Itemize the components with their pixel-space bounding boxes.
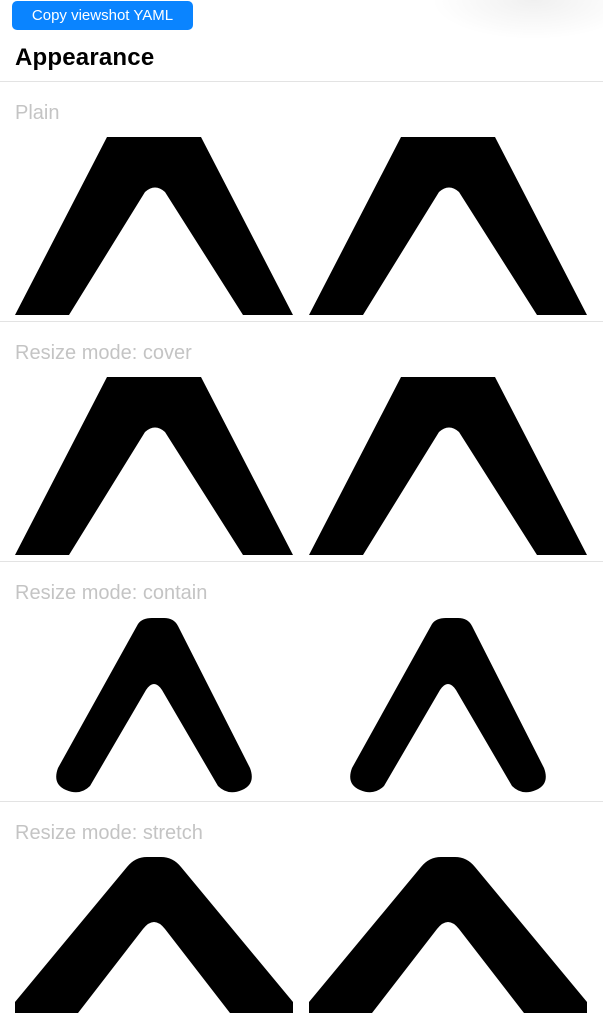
chevron-logo-icon — [350, 618, 546, 793]
section-cover: Resize mode: cover — [0, 322, 603, 562]
chevron-logo-icon — [309, 377, 587, 555]
section-label: Resize mode: contain — [15, 582, 208, 604]
section-label: Resize mode: stretch — [15, 822, 203, 844]
section-stretch: Resize mode: stretch — [0, 802, 603, 1013]
chevron-logo-icon — [56, 618, 252, 793]
chevron-logo-icon — [309, 857, 587, 1013]
section-plain: Plain — [0, 82, 603, 322]
copy-viewshot-yaml-button[interactable]: Copy viewshot YAML — [12, 1, 193, 30]
toolbar-shadow — [430, 0, 603, 40]
chevron-logo-icon — [15, 137, 293, 315]
section-label: Plain — [15, 102, 60, 124]
chevron-logo-icon — [309, 137, 587, 315]
chevron-logo-icon — [15, 857, 293, 1013]
section-label: Resize mode: cover — [15, 342, 192, 364]
section-contain: Resize mode: contain — [0, 562, 603, 802]
page-title: Appearance — [15, 44, 155, 71]
chevron-logo-icon — [15, 377, 293, 555]
